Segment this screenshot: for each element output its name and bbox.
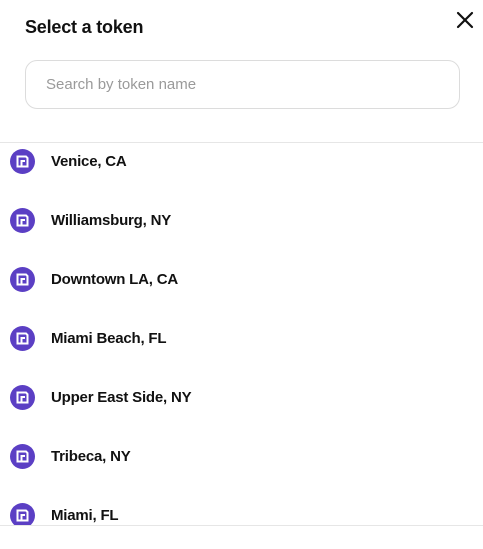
token-logo-icon	[10, 326, 35, 351]
token-list-item[interactable]: Miami Beach, FL	[0, 309, 483, 368]
search-box	[25, 60, 460, 109]
close-icon	[456, 11, 474, 29]
token-logo-icon	[10, 149, 35, 174]
token-list-item[interactable]: Williamsburg, NY	[0, 191, 483, 250]
token-name: Upper East Side, NY	[51, 389, 192, 406]
search-input[interactable]	[26, 61, 459, 108]
token-logo-icon	[10, 267, 35, 292]
token-name: Downtown LA, CA	[51, 271, 178, 288]
token-list-item[interactable]: Miami, FL	[0, 486, 483, 525]
token-name: Miami, FL	[51, 507, 119, 524]
token-list-item[interactable]: Downtown LA, CA	[0, 250, 483, 309]
list-divider-bottom	[0, 525, 483, 526]
token-list-item[interactable]: Venice, CA	[0, 143, 483, 191]
token-logo-icon	[10, 503, 35, 525]
token-name: Williamsburg, NY	[51, 212, 172, 229]
token-name: Venice, CA	[51, 153, 127, 170]
token-list-item[interactable]: Tribeca, NY	[0, 427, 483, 486]
token-logo-icon	[10, 444, 35, 469]
select-token-dialog: Select a token Venice, CA	[0, 0, 483, 549]
token-logo-icon	[10, 385, 35, 410]
token-name: Miami Beach, FL	[51, 330, 167, 347]
token-logo-icon	[10, 208, 35, 233]
token-list: Venice, CA Williamsburg, NY Downtown LA,…	[0, 143, 483, 525]
dialog-title: Select a token	[25, 17, 144, 37]
close-button[interactable]	[455, 10, 475, 30]
token-name: Tribeca, NY	[51, 448, 131, 465]
token-list-item[interactable]: Upper East Side, NY	[0, 368, 483, 427]
